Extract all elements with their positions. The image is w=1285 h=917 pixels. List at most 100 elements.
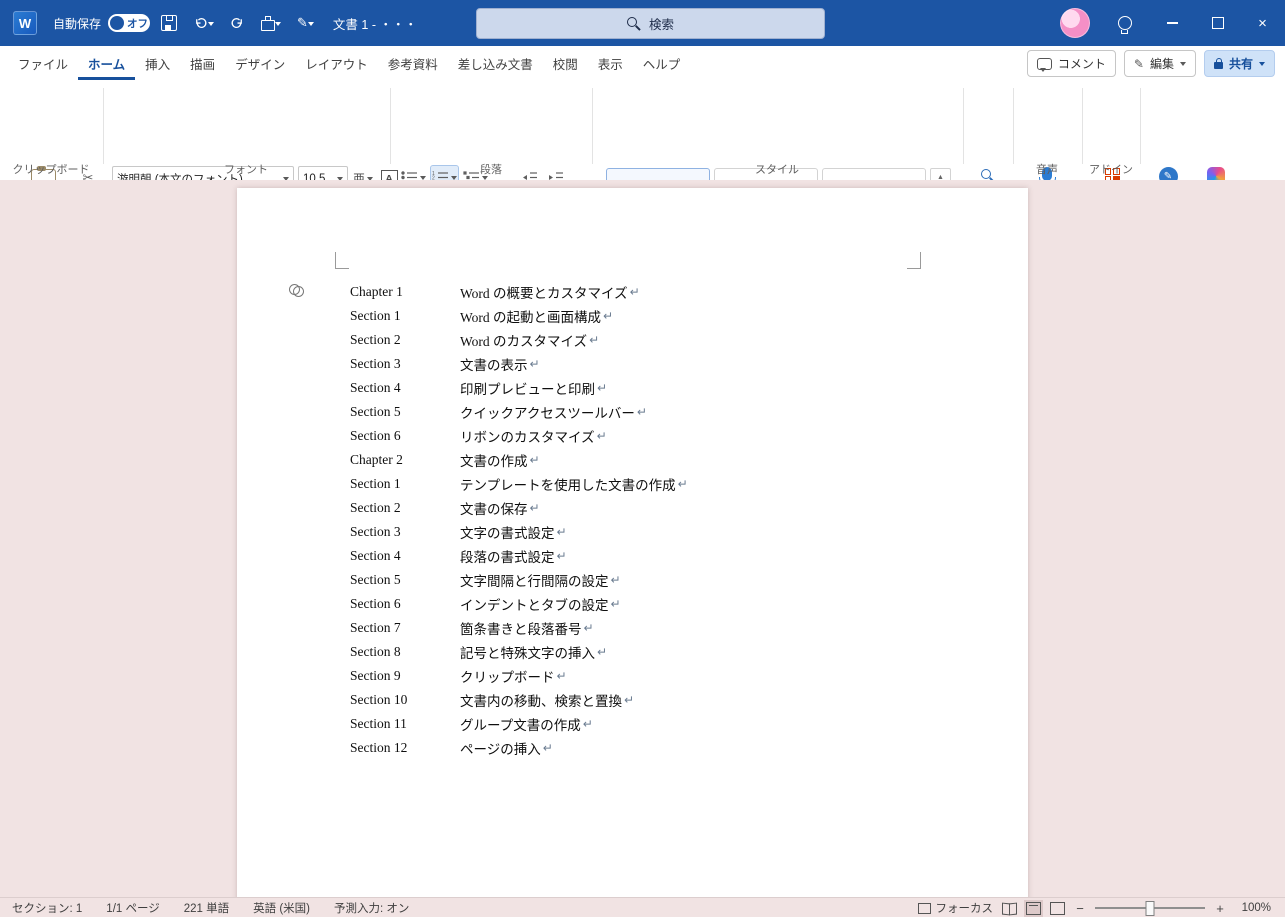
undo-button[interactable] [188, 8, 219, 38]
zoom-slider[interactable] [1095, 907, 1205, 910]
toc-row[interactable]: Section 2 文書の保存 ↵ [350, 496, 688, 520]
toc-row[interactable]: Section 4 段落の書式設定 ↵ [350, 544, 688, 568]
autosave-state: オフ [127, 16, 148, 31]
search-box[interactable]: 検索 [476, 8, 825, 39]
comments-button[interactable]: コメント [1027, 50, 1116, 77]
autosave-toggle[interactable]: オフ [108, 14, 150, 32]
toc-title: Word の概要とカスタマイズ [460, 282, 628, 302]
paragraph-mark-icon: ↵ [637, 405, 647, 419]
toc-row[interactable]: Section 3 文書の表示 ↵ [350, 352, 688, 376]
zoom-percentage[interactable]: 100% [1235, 902, 1271, 914]
paragraph-mark-icon: ↵ [530, 453, 540, 467]
focus-mode-button[interactable]: フォーカス [918, 900, 994, 916]
read-mode-button[interactable] [1002, 903, 1017, 914]
pen-dropdown-icon[interactable] [308, 22, 314, 29]
toc-row[interactable]: Section 1 Word の起動と画面構成 ↵ [350, 304, 688, 328]
paragraph-mark-icon: ↵ [597, 429, 607, 443]
status-word-count[interactable]: 221 単語 [184, 900, 229, 916]
autosave-control[interactable]: 自動保存 オフ [53, 14, 150, 32]
toc-title: クリップボード [460, 666, 555, 686]
tips-button[interactable] [1108, 16, 1142, 30]
tab-help[interactable]: ヘルプ [633, 46, 691, 80]
toc-chapter-label: Section 4 [350, 380, 460, 396]
tabrow-actions: コメント ✎ 編集 共有 [1027, 50, 1275, 77]
document-page[interactable]: Chapter 1 Word の概要とカスタマイズ ↵ Section 1 Wo… [237, 188, 1028, 897]
text-boundary-mark-right [907, 252, 921, 269]
document-title-text: 文書 1 - ・・・ [333, 14, 417, 33]
zoom-slider-knob[interactable] [1146, 901, 1155, 916]
redo-icon [230, 16, 245, 31]
toc-row[interactable]: Section 4 印刷プレビューと印刷 ↵ [350, 376, 688, 400]
redo-button[interactable] [225, 8, 250, 38]
tab-home[interactable]: ホーム [78, 46, 135, 80]
title-bar: W 自動保存 オフ ✎ 文書 1 - ・・・ 検索 [0, 0, 1285, 46]
autosave-label: 自動保存 [53, 15, 101, 32]
format-painter-button[interactable] [256, 8, 286, 38]
tab-view[interactable]: 表示 [588, 46, 633, 80]
status-language[interactable]: 英語 (米国) [253, 900, 310, 916]
toc-title: 文書の作成 [460, 450, 528, 470]
zoom-in-button[interactable]: + [1214, 901, 1226, 916]
toc-row[interactable]: Section 9 クリップボード ↵ [350, 664, 688, 688]
clipboard-group-label: クリップボード [13, 161, 90, 177]
toc-title: 箇条書きと段落番号 [460, 618, 582, 638]
toc-row[interactable]: Section 5 文字間隔と行間隔の設定 ↵ [350, 568, 688, 592]
tab-mailings[interactable]: 差し込み文書 [448, 46, 543, 80]
toc-row[interactable]: Section 3 文字の書式設定 ↵ [350, 520, 688, 544]
tab-references[interactable]: 参考資料 [378, 46, 448, 80]
status-left: セクション: 1 1/1 ページ 221 単語 英語 (米国) 予測入力: オン [0, 900, 409, 916]
toc-chapter-label: Section 2 [350, 332, 460, 348]
editing-mode-button[interactable]: ✎ 編集 [1124, 50, 1196, 77]
tab-review[interactable]: 校閲 [543, 46, 588, 80]
addins-group-label: アドイン [1089, 161, 1133, 177]
toc-title: 文書の表示 [460, 354, 528, 374]
toc-row[interactable]: Section 10 文書内の移動、検索と置換 ↵ [350, 688, 688, 712]
minimize-button[interactable] [1150, 0, 1195, 46]
tab-file[interactable]: ファイル [8, 46, 78, 80]
document-title[interactable]: 文書 1 - ・・・ [333, 14, 417, 33]
zoom-out-button[interactable]: − [1074, 901, 1086, 916]
toc-row[interactable]: Section 11 グループ文書の作成 ↵ [350, 712, 688, 736]
close-button[interactable]: × [1240, 0, 1285, 46]
user-avatar[interactable] [1060, 8, 1090, 38]
web-layout-button[interactable] [1050, 902, 1065, 915]
tab-design[interactable]: デザイン [225, 46, 295, 80]
tab-draw[interactable]: 描画 [180, 46, 225, 80]
group-divider [1013, 88, 1014, 164]
toc-row[interactable]: Section 6 リボンのカスタマイズ ↵ [350, 424, 688, 448]
toc-row[interactable]: Section 8 記号と特殊文字の挿入 ↵ [350, 640, 688, 664]
toc-row[interactable]: Chapter 1 Word の概要とカスタマイズ ↵ [350, 280, 688, 304]
paragraph-mark-icon: ↵ [624, 693, 634, 707]
save-button[interactable] [156, 8, 182, 38]
toc-row[interactable]: Section 5 クイックアクセスツールバー ↵ [350, 400, 688, 424]
tab-layout[interactable]: レイアウト [295, 46, 378, 80]
tab-insert[interactable]: 挿入 [135, 46, 180, 80]
group-divider [1082, 88, 1083, 164]
undo-dropdown-icon[interactable] [208, 22, 214, 29]
status-ime-prediction[interactable]: 予測入力: オン [334, 900, 409, 916]
toc-row[interactable]: Section 7 箇条書きと段落番号 ↵ [350, 616, 688, 640]
close-icon: × [1258, 15, 1267, 32]
toc-row[interactable]: Section 2 Word のカスタマイズ ↵ [350, 328, 688, 352]
toc-row[interactable]: Section 6 インデントとタブの設定 ↵ [350, 592, 688, 616]
paragraph-mark-icon: ↵ [597, 645, 607, 659]
status-page-count[interactable]: 1/1 ページ [106, 900, 159, 916]
toc-row[interactable]: Section 12 ページの挿入 ↵ [350, 736, 688, 760]
share-label: 共有 [1229, 55, 1253, 72]
maximize-button[interactable] [1195, 0, 1240, 46]
toc-row[interactable]: Section 1 テンプレートを使用した文書の作成 ↵ [350, 472, 688, 496]
toc-chapter-label: Section 1 [350, 476, 460, 492]
editing-label: 編集 [1150, 55, 1174, 72]
toc-row[interactable]: Chapter 2 文書の作成 ↵ [350, 448, 688, 472]
toc-chapter-label: Section 11 [350, 716, 460, 732]
status-section[interactable]: セクション: 1 [12, 900, 82, 916]
pen-tool-button[interactable]: ✎ [292, 8, 319, 38]
word-app-icon[interactable]: W [13, 11, 37, 35]
format-painter-dropdown-icon[interactable] [275, 22, 281, 29]
toc-title: 記号と特殊文字の挿入 [460, 642, 595, 662]
toc-title: 文字の書式設定 [460, 522, 555, 542]
maximize-icon [1212, 17, 1224, 29]
share-button[interactable]: 共有 [1204, 50, 1275, 77]
toc-title: 印刷プレビューと印刷 [460, 378, 595, 398]
print-layout-button[interactable] [1026, 902, 1041, 915]
